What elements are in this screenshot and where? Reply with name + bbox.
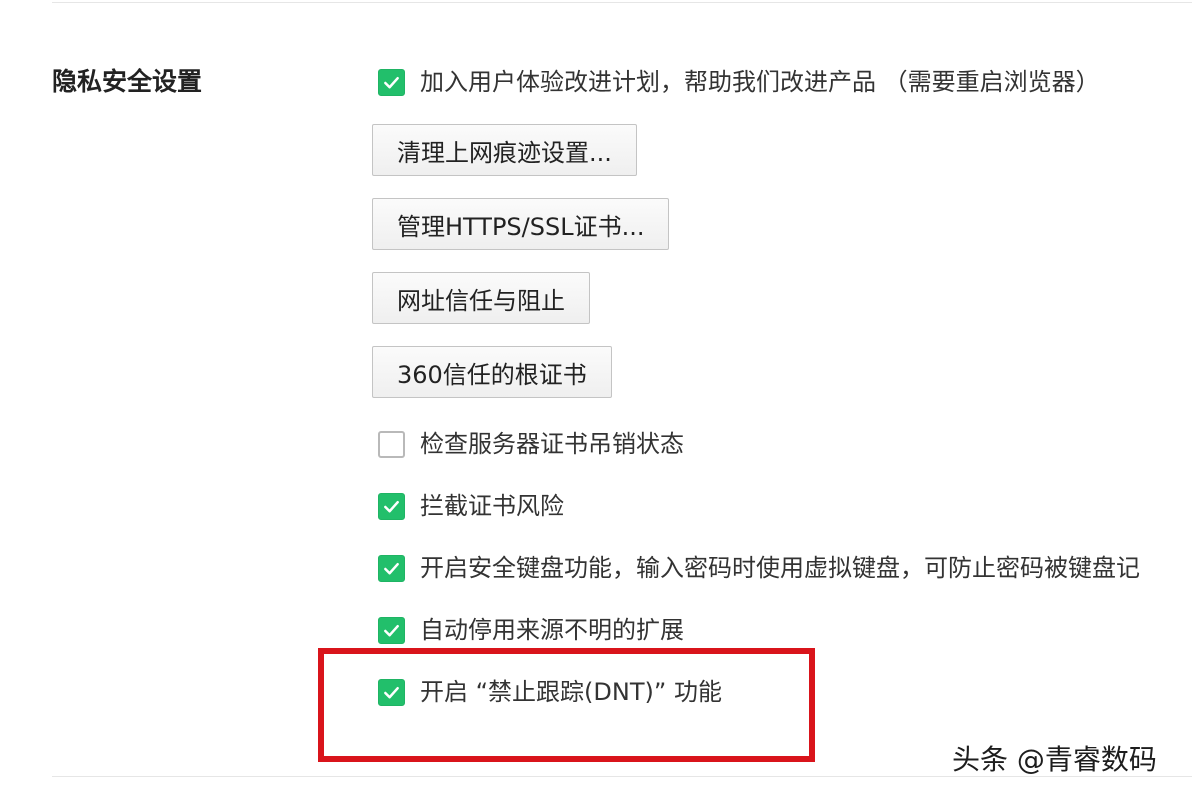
url-trust-block-button[interactable]: 网址信任与阻止 <box>372 272 590 324</box>
improvement-plan-option[interactable]: 加入用户体验改进计划，帮助我们改进产品 （需要重启浏览器） <box>378 66 1100 98</box>
secure-keyboard-option[interactable]: 开启安全键盘功能，输入密码时使用虚拟键盘，可防止密码被键盘记 <box>378 552 1140 584</box>
checkbox-checked-icon[interactable] <box>378 616 405 644</box>
secure-keyboard-label: 开启安全键盘功能，输入密码时使用虚拟键盘，可防止密码被键盘记 <box>420 554 1140 582</box>
highlight-annotation-box <box>318 648 815 762</box>
checkbox-checked-icon[interactable] <box>378 492 405 520</box>
checkbox-checked-icon[interactable] <box>378 554 405 582</box>
checkbox-checked-icon[interactable] <box>378 68 405 96</box>
checkbox-unchecked-icon[interactable] <box>378 430 405 458</box>
block-cert-risk-label: 拦截证书风险 <box>420 492 564 520</box>
watermark: 头条 @青睿数码 <box>952 743 1157 776</box>
block-cert-risk-option[interactable]: 拦截证书风险 <box>378 490 564 522</box>
improvement-plan-label: 加入用户体验改进计划，帮助我们改进产品 （需要重启浏览器） <box>420 68 1100 96</box>
clear-traces-button[interactable]: 清理上网痕迹设置... <box>372 124 637 176</box>
check-revocation-option[interactable]: 检查服务器证书吊销状态 <box>378 428 684 460</box>
check-revocation-label: 检查服务器证书吊销状态 <box>420 430 684 458</box>
disable-unknown-extensions-label: 自动停用来源不明的扩展 <box>420 616 684 644</box>
disable-unknown-extensions-option[interactable]: 自动停用来源不明的扩展 <box>378 614 684 646</box>
manage-certificates-button[interactable]: 管理HTTPS/SSL证书... <box>372 198 670 250</box>
root-certificates-button[interactable]: 360信任的根证书 <box>372 346 612 398</box>
